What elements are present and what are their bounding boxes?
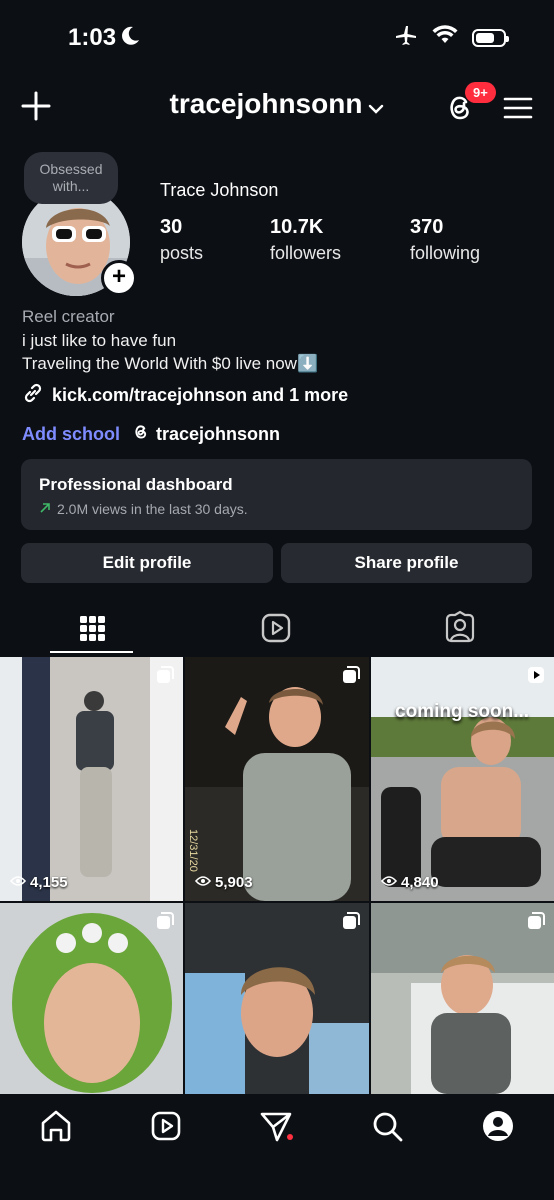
tab-tagged[interactable]: [442, 610, 478, 646]
carousel-icon: [341, 911, 361, 936]
photo-date-stamp: 12/31/20: [187, 829, 199, 872]
active-tab-indicator: [50, 651, 133, 653]
nav-reels[interactable]: [148, 1108, 184, 1144]
posts-label: posts: [160, 243, 204, 263]
add-school-link[interactable]: Add school: [22, 424, 120, 445]
wifi-icon: [432, 25, 458, 50]
post-caption-overlay: coming soon...: [395, 701, 530, 722]
grid-post[interactable]: [0, 903, 183, 1094]
grid-post[interactable]: 4,155: [0, 657, 183, 901]
share-profile-button[interactable]: Share profile: [281, 543, 532, 583]
grid-post[interactable]: 12/31/20 5,903: [185, 657, 369, 901]
unread-dot: [287, 1134, 293, 1140]
battery-icon: [472, 28, 509, 47]
threads-profile-link[interactable]: tracejohnsonn: [132, 422, 280, 447]
menu-icon[interactable]: [503, 96, 533, 120]
following-stat[interactable]: 370 following: [410, 216, 480, 264]
dashboard-subtitle: 2.0M views in the last 30 days.: [39, 501, 514, 517]
posts-stat[interactable]: 30 posts: [160, 216, 203, 264]
status-time: 1:03: [68, 24, 117, 51]
view-count: 4,155: [9, 874, 68, 891]
trend-up-icon: [39, 501, 51, 517]
dashboard-title: Professional dashboard: [39, 475, 233, 494]
view-count-text: 5,903: [215, 874, 253, 891]
view-count: 5,903: [194, 874, 253, 891]
bottom-nav: [0, 1094, 554, 1200]
threads-icon: [132, 422, 150, 447]
search-icon: [369, 1112, 405, 1148]
profile-icon: [480, 1111, 516, 1148]
followers-label: followers: [270, 243, 342, 263]
chevron-down-icon: [368, 90, 384, 122]
followers-count: 10.7K: [270, 216, 324, 238]
eye-icon: [9, 874, 27, 891]
tab-reels[interactable]: [258, 610, 294, 646]
username-title: tracejohnsonn: [169, 88, 363, 119]
notification-badge: 9+: [465, 82, 496, 103]
status-icons: [394, 24, 509, 51]
posts-count: 30: [160, 216, 183, 238]
profile-category: Reel creator: [22, 307, 115, 326]
bio-line: i just like to have fun: [22, 331, 177, 350]
followers-stat[interactable]: 10.7K followers: [270, 216, 341, 264]
carousel-icon: [526, 911, 546, 936]
carousel-icon: [155, 911, 175, 936]
view-count-text: 4,840: [401, 874, 439, 891]
note-bubble[interactable]: Obsessed with...: [24, 152, 118, 204]
dashboard-subtitle-text: 2.0M views in the last 30 days.: [57, 501, 248, 517]
grid-post[interactable]: [185, 903, 369, 1094]
view-count: 4,840: [380, 874, 439, 891]
grid-post[interactable]: [371, 903, 554, 1094]
following-count: 370: [410, 216, 444, 238]
grid-post[interactable]: coming soon... 4,840: [371, 657, 554, 901]
grid-icon: [74, 616, 110, 650]
display-name: Trace Johnson: [160, 180, 279, 200]
nav-profile[interactable]: [480, 1108, 516, 1144]
bio-link-text: kick.com/tracejohnson and 1 more: [52, 385, 349, 405]
eye-icon: [380, 874, 398, 891]
bio-line: Traveling the World With $0 live now⬇️: [22, 354, 319, 373]
home-icon: [38, 1110, 74, 1148]
moon-icon: [120, 25, 140, 52]
school-row: Add school tracejohnsonn: [22, 422, 280, 447]
tab-posts[interactable]: [74, 610, 110, 646]
reels-icon: [258, 613, 294, 650]
reels-icon: [148, 1111, 184, 1148]
bio-link[interactable]: kick.com/tracejohnson and 1 more: [22, 382, 348, 409]
reel-icon: [526, 665, 546, 690]
add-story-button[interactable]: +: [101, 260, 137, 296]
edit-profile-button[interactable]: Edit profile: [21, 543, 273, 583]
nav-search[interactable]: [369, 1108, 405, 1144]
eye-icon: [194, 874, 212, 891]
link-icon: [22, 382, 44, 409]
nav-messages[interactable]: [258, 1108, 294, 1144]
carousel-icon: [155, 665, 175, 690]
professional-dashboard[interactable]: Professional dashboard 2.0M views in the…: [21, 459, 532, 530]
profile-tabs: [0, 602, 554, 654]
view-count-text: 4,155: [30, 874, 68, 891]
carousel-icon: [341, 665, 361, 690]
tagged-icon: [442, 610, 478, 650]
airplane-icon: [394, 24, 418, 51]
nav-home[interactable]: [38, 1108, 74, 1144]
following-label: following: [410, 243, 481, 263]
threads-handle-text: tracejohnsonn: [156, 424, 281, 444]
